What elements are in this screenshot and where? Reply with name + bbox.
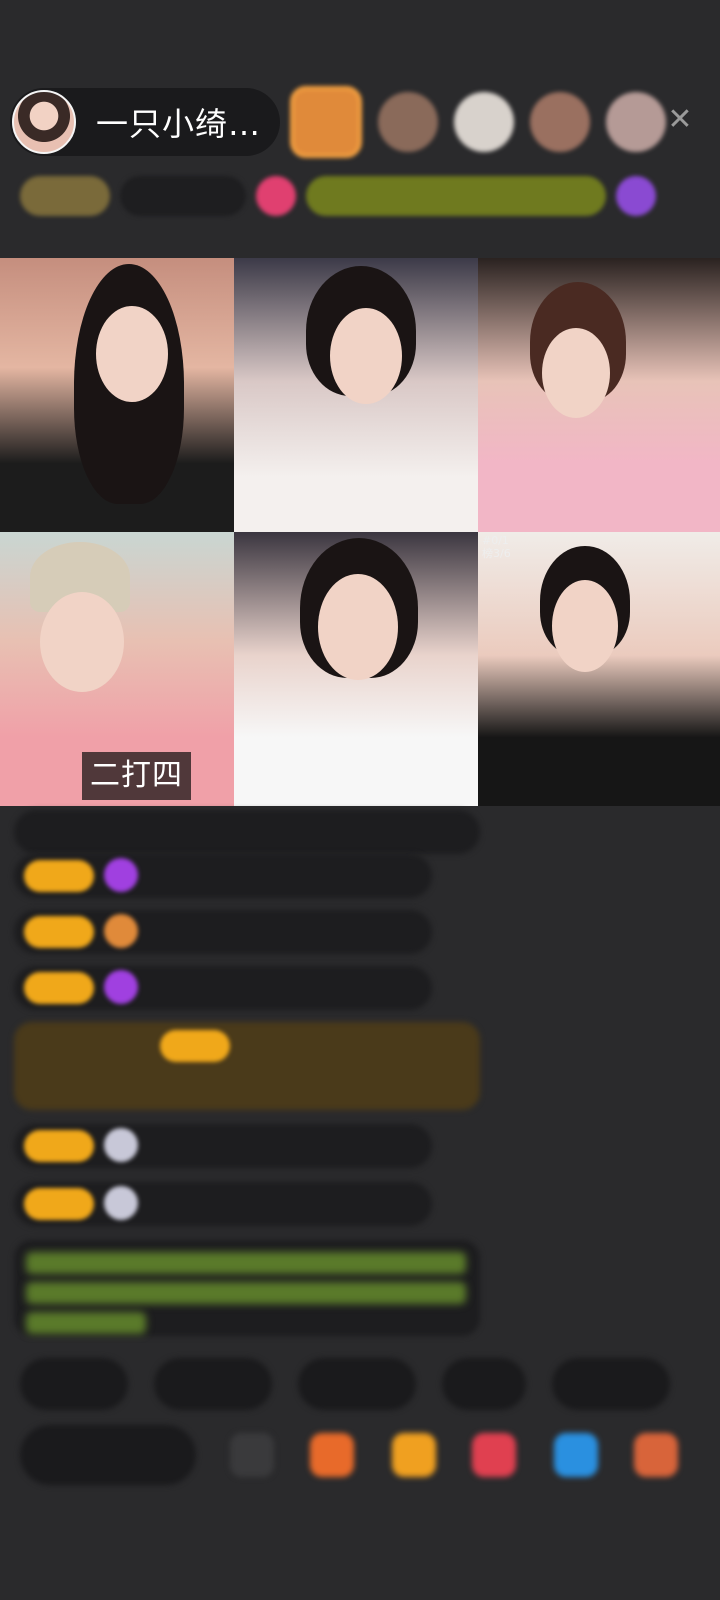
activity-banner[interactable]: [306, 176, 606, 216]
viewer-avatar[interactable]: [290, 86, 362, 158]
face-shape: [542, 328, 610, 418]
tile-meta-line-1: #0/1: [482, 534, 509, 547]
face-shape: [318, 574, 398, 680]
level-badge: [160, 1030, 230, 1062]
gift-box-icon[interactable]: [310, 1433, 354, 1477]
notice-text-blur: [26, 1312, 146, 1334]
quick-reply-chip[interactable]: [552, 1358, 670, 1410]
gem-icon: [104, 914, 138, 948]
chat-message: [14, 810, 480, 854]
emoji-icon[interactable]: [230, 1433, 274, 1477]
level-badge: [24, 1188, 94, 1220]
level-badge: [24, 972, 94, 1004]
quick-reply-row: [20, 1358, 670, 1410]
close-icon[interactable]: ✕: [664, 104, 696, 136]
face-shape: [40, 592, 124, 692]
bottom-action-bar: [20, 1420, 700, 1490]
gem-icon: [104, 970, 138, 1004]
level-badge: [24, 916, 94, 948]
quick-reply-chip[interactable]: [298, 1358, 416, 1410]
activity-icon[interactable]: [616, 176, 656, 216]
face-shape: [552, 580, 618, 672]
red-packet-icon[interactable]: [472, 1433, 516, 1477]
face-shape: [330, 308, 402, 404]
gem-icon: [104, 858, 138, 892]
host-avatar[interactable]: [12, 90, 76, 154]
video-tile-1[interactable]: [0, 258, 234, 532]
host-info-pill[interactable]: 一只小绮…: [10, 88, 280, 156]
quick-reply-chip[interactable]: [442, 1358, 526, 1410]
tile-meta-line-2: 榜3/6: [482, 547, 511, 560]
gift-icon[interactable]: [634, 1433, 678, 1477]
gem-icon: [104, 1186, 138, 1220]
level-badge: [24, 1130, 94, 1162]
viewer-avatar[interactable]: [378, 92, 438, 152]
gem-icon: [104, 1128, 138, 1162]
face-shape: [96, 306, 168, 402]
host-name: 一只小绮…: [96, 105, 262, 143]
video-tile-2[interactable]: [234, 258, 478, 532]
fans-club-icon[interactable]: [392, 1433, 436, 1477]
multi-guest-video-grid: 二打四 #0/1 榜3/6: [0, 258, 720, 806]
team-label: 二打四: [82, 752, 191, 800]
video-tile-5[interactable]: [234, 532, 478, 806]
video-tile-6[interactable]: #0/1 榜3/6: [478, 532, 720, 806]
video-tile-3[interactable]: [478, 258, 720, 532]
room-info-strip: [20, 170, 700, 222]
video-tile-4[interactable]: 二打四: [0, 532, 234, 806]
viewer-avatar[interactable]: [454, 92, 514, 152]
quick-reply-chip[interactable]: [154, 1358, 272, 1410]
highlight-message: [14, 1022, 480, 1110]
level-badge: [24, 860, 94, 892]
notice-text-blur: [26, 1282, 466, 1304]
share-icon[interactable]: [554, 1433, 598, 1477]
quick-reply-chip[interactable]: [20, 1358, 128, 1410]
live-room-screen: 一只小绮… ✕ 二打四 #0/1 榜3/6: [0, 0, 720, 1600]
viewer-avatar[interactable]: [530, 92, 590, 152]
top-viewers-list: [290, 86, 666, 158]
tile-meta: #0/1 榜3/6: [482, 534, 511, 560]
comment-input[interactable]: [20, 1425, 196, 1485]
viewer-avatar[interactable]: [606, 92, 666, 152]
gift-dot-icon[interactable]: [256, 176, 296, 216]
rank-chip[interactable]: [20, 176, 110, 216]
notice-text-blur: [26, 1252, 466, 1274]
info-chip[interactable]: [120, 176, 246, 216]
